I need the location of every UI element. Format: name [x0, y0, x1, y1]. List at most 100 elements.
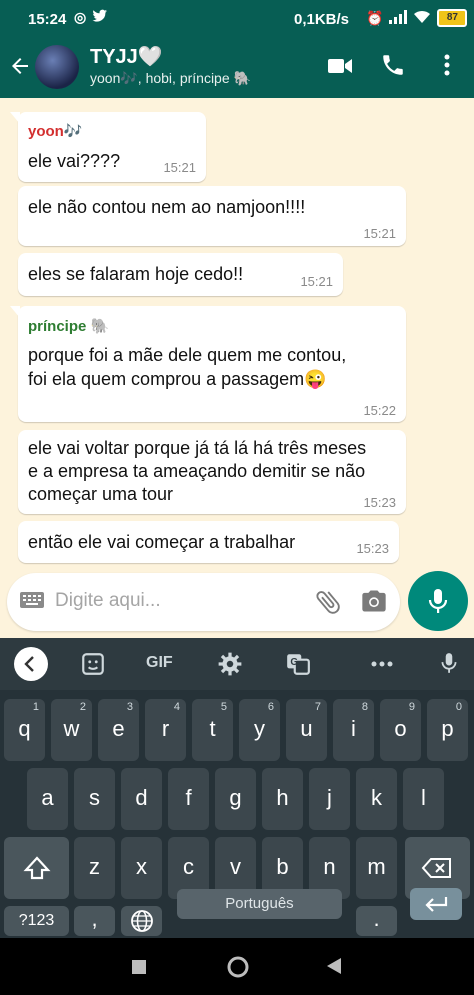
- video-call-icon[interactable]: [326, 54, 354, 83]
- more-dots-icon[interactable]: [371, 655, 393, 673]
- key-label: b: [276, 854, 289, 879]
- message-text: eles se falaram hoje cedo!!: [28, 264, 244, 284]
- message-bubble[interactable]: yoon🎶 ele vai???? 15:21: [10, 112, 206, 182]
- chat-participants[interactable]: yoon🎶, hobi, príncipe 🐘: [90, 70, 251, 87]
- key-label: y: [254, 716, 265, 741]
- key-j[interactable]: j: [309, 768, 350, 830]
- key-s[interactable]: s: [74, 768, 115, 830]
- collapse-toolbar-button[interactable]: [14, 647, 48, 681]
- key-m[interactable]: m: [356, 837, 397, 899]
- message-bubble[interactable]: eles se falaram hoje cedo!! 15:21: [18, 253, 343, 296]
- key-label: i: [351, 716, 356, 741]
- soft-keyboard: GIF G 1q 2w 3e 4r 5t 6y 7u 8i 9o 0p a s …: [0, 638, 474, 938]
- message-input[interactable]: Digite aqui...: [55, 590, 161, 612]
- message-time: 15:23: [363, 495, 396, 510]
- key-r[interactable]: 4r: [145, 699, 186, 761]
- message-time: 15:21: [163, 160, 196, 175]
- key-e[interactable]: 3e: [98, 699, 139, 761]
- key-g[interactable]: g: [215, 768, 256, 830]
- key-hint: 1: [32, 701, 39, 713]
- shift-icon: [23, 855, 51, 887]
- message-text: então ele vai começar a trabalhar: [28, 532, 296, 552]
- key-label: ,: [91, 906, 98, 931]
- recents-icon[interactable]: [131, 959, 147, 980]
- settings-gear-icon[interactable]: [217, 651, 243, 682]
- key-q[interactable]: 1q: [4, 699, 45, 761]
- enter-key[interactable]: [410, 888, 462, 920]
- key-z[interactable]: z: [74, 837, 115, 899]
- camera-icon[interactable]: [360, 588, 388, 619]
- keyboard-icon[interactable]: [19, 590, 45, 615]
- key-t[interactable]: 5t: [192, 699, 233, 761]
- home-icon[interactable]: [226, 955, 250, 984]
- key-hint: 0: [455, 701, 462, 713]
- sticker-icon[interactable]: [80, 651, 106, 682]
- key-label: d: [135, 785, 148, 810]
- group-avatar[interactable]: [35, 45, 79, 89]
- key-label: .: [373, 906, 380, 931]
- notification-icons: ◎: [74, 9, 108, 26]
- more-options-icon[interactable]: [440, 52, 454, 83]
- key-p[interactable]: 0p: [427, 699, 468, 761]
- key-k[interactable]: k: [356, 768, 397, 830]
- message-bubble[interactable]: príncipe 🐘 porque foi a mãe dele quem me…: [10, 306, 406, 422]
- key-label: j: [327, 785, 332, 810]
- shift-key[interactable]: [4, 837, 69, 899]
- message-time: 15:21: [300, 274, 333, 289]
- period-key[interactable]: .: [356, 906, 397, 936]
- gif-button[interactable]: GIF: [146, 654, 173, 672]
- key-label: c: [183, 854, 194, 879]
- key-label: o: [394, 716, 407, 741]
- message-list[interactable]: yoon🎶 ele vai???? 15:21 ele não contou n…: [0, 98, 474, 638]
- voice-call-icon[interactable]: [380, 52, 406, 83]
- symbols-key[interactable]: ?123: [4, 906, 69, 936]
- key-h[interactable]: h: [262, 768, 303, 830]
- key-o[interactable]: 9o: [380, 699, 421, 761]
- key-i[interactable]: 8i: [333, 699, 374, 761]
- attach-icon[interactable]: [313, 587, 343, 622]
- chat-title[interactable]: TYJJ🤍: [90, 44, 163, 69]
- enter-icon: [422, 894, 450, 920]
- translate-icon[interactable]: G: [285, 651, 311, 682]
- key-w[interactable]: 2w: [51, 699, 92, 761]
- voice-typing-icon[interactable]: [440, 650, 458, 681]
- message-text: ele vai voltar porque já tá lá há três m…: [28, 438, 367, 504]
- key-a[interactable]: a: [27, 768, 68, 830]
- key-hint: 3: [126, 701, 133, 713]
- message-text: ele vai????: [28, 151, 121, 171]
- key-hint: 2: [79, 701, 86, 713]
- message-time: 15:23: [356, 541, 389, 556]
- message-sender[interactable]: yoon🎶: [28, 122, 83, 140]
- spacebar[interactable]: Português: [177, 889, 342, 919]
- message-time: 15:21: [363, 226, 396, 241]
- key-y[interactable]: 6y: [239, 699, 280, 761]
- message-time: 15:22: [363, 403, 396, 418]
- key-label: t: [209, 716, 216, 741]
- key-l[interactable]: l: [403, 768, 444, 830]
- back-icon[interactable]: [326, 957, 342, 980]
- key-label: v: [230, 854, 241, 879]
- back-arrow-icon[interactable]: [8, 54, 32, 82]
- message-bubble[interactable]: ele não contou nem ao namjoon!!!! 15:21: [18, 186, 406, 246]
- key-label: p: [441, 716, 454, 741]
- key-f[interactable]: f: [168, 768, 209, 830]
- message-composer[interactable]: Digite aqui...: [7, 573, 400, 631]
- globe-icon: [130, 909, 154, 939]
- key-label: a: [41, 785, 54, 810]
- message-sender[interactable]: príncipe 🐘: [28, 317, 109, 335]
- key-x[interactable]: x: [121, 837, 162, 899]
- key-label: ?123: [18, 912, 55, 929]
- key-label: m: [367, 854, 386, 879]
- alarm-icon: ⏰: [366, 9, 384, 26]
- key-label: z: [89, 854, 100, 879]
- key-hint: 4: [173, 701, 180, 713]
- emoji-comma-key[interactable]: ,: [74, 906, 115, 936]
- key-u[interactable]: 7u: [286, 699, 327, 761]
- message-bubble[interactable]: ele vai voltar porque já tá lá há três m…: [18, 430, 406, 514]
- key-label: q: [18, 716, 31, 741]
- message-bubble[interactable]: então ele vai começar a trabalhar 15:23: [18, 521, 399, 563]
- voice-record-button[interactable]: [408, 571, 468, 631]
- key-d[interactable]: d: [121, 768, 162, 830]
- signal-icon: [389, 9, 408, 27]
- language-key[interactable]: [121, 906, 162, 936]
